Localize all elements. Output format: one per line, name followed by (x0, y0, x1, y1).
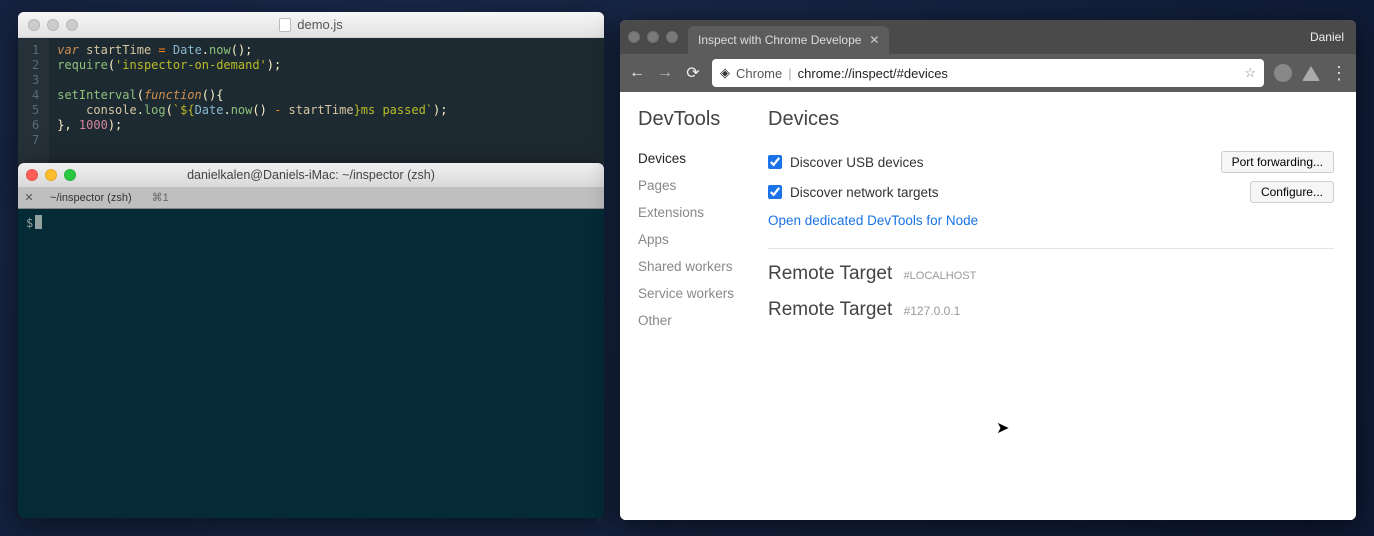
sidebar-item-service-workers[interactable]: Service workers (638, 280, 754, 307)
minimize-icon[interactable] (45, 169, 57, 181)
discover-network-checkbox[interactable] (768, 185, 782, 199)
sidebar-item-devices[interactable]: Devices (638, 145, 754, 172)
remote-target-127: Remote Target #127.0.0.1 (768, 299, 1334, 321)
terminal-title: danielkalen@Daniels-iMac: ~/inspector (z… (18, 168, 604, 182)
back-icon[interactable]: ← (628, 64, 646, 82)
extension-drive-icon[interactable] (1302, 66, 1320, 81)
terminal-titlebar[interactable]: danielkalen@Daniels-iMac: ~/inspector (z… (18, 163, 604, 187)
terminal-title-text: danielkalen@Daniels-iMac: ~/inspector (z… (187, 168, 435, 182)
editor-filename: demo.js (297, 17, 343, 32)
minimize-icon[interactable] (47, 19, 59, 31)
sidebar-item-other[interactable]: Other (638, 307, 754, 334)
sidebar-item-apps[interactable]: Apps (638, 226, 754, 253)
extension-icon[interactable] (1274, 64, 1292, 82)
chrome-toolbar: ← → ⟳ ◈ Chrome | chrome://inspect/#devic… (620, 54, 1356, 92)
line-number: 3 (32, 73, 39, 88)
zoom-icon[interactable] (64, 169, 76, 181)
remote-target-host: #localhost (904, 270, 977, 282)
omnibox-separator: | (788, 66, 791, 81)
line-number: 4 (32, 88, 39, 103)
editor-traffic-lights (28, 19, 78, 31)
bookmark-star-icon[interactable]: ☆ (1244, 65, 1256, 81)
devtools-title: DevTools (638, 108, 754, 131)
editor-window: demo.js 1 2 3 4 5 6 7 var startTime = Da… (18, 12, 604, 167)
open-node-devtools-link[interactable]: Open dedicated DevTools for Node (768, 207, 1334, 242)
profile-badge[interactable]: Daniel (1310, 20, 1344, 54)
file-icon (279, 18, 291, 32)
editor-title: demo.js (18, 17, 604, 32)
forward-icon[interactable]: → (656, 64, 674, 82)
terminal-tab[interactable]: ~/inspector (zsh) (40, 192, 142, 204)
port-forwarding-button[interactable]: Port forwarding... (1221, 151, 1334, 173)
terminal-tab-shortcut: ⌘1 (152, 191, 169, 204)
site-identity-icon: ◈ (720, 65, 730, 81)
omnibox-url: chrome://inspect/#devices (798, 66, 948, 81)
devtools-main: Devices Discover USB devices Port forwar… (754, 92, 1356, 520)
cursor-icon (35, 215, 42, 229)
code-area[interactable]: var startTime = Date.now(); require('ins… (49, 38, 604, 167)
terminal-body[interactable]: $ (18, 209, 604, 236)
line-number: 2 (32, 58, 39, 73)
browser-tab[interactable]: Inspect with Chrome Develope ✕ (688, 26, 889, 54)
devtools-sidebar: DevTools Devices Pages Extensions Apps S… (620, 92, 754, 520)
terminal-window: danielkalen@Daniels-iMac: ~/inspector (z… (18, 163, 604, 518)
line-gutter: 1 2 3 4 5 6 7 (18, 38, 49, 167)
chrome-window: Inspect with Chrome Develope ✕ Daniel ← … (620, 20, 1356, 520)
discover-network-label: Discover network targets (790, 185, 939, 200)
close-icon[interactable] (28, 19, 40, 31)
remote-target-label: Remote Target (768, 263, 892, 284)
terminal-traffic-lights (26, 169, 76, 181)
discover-network-row: Discover network targets Configure... (768, 177, 1334, 207)
zoom-icon[interactable] (66, 19, 78, 31)
configure-button[interactable]: Configure... (1250, 181, 1334, 203)
chrome-traffic-lights (628, 31, 678, 43)
terminal-tabbar: ✕ ~/inspector (zsh) ⌘1 (18, 187, 604, 209)
prompt: $ (26, 216, 33, 230)
remote-target-localhost: Remote Target #localhost (768, 263, 1334, 285)
line-number: 7 (32, 133, 39, 148)
discover-usb-row: Discover USB devices Port forwarding... (768, 147, 1334, 177)
divider (768, 248, 1334, 249)
line-number: 5 (32, 103, 39, 118)
tab-close-icon[interactable]: ✕ (869, 33, 879, 47)
line-number: 6 (32, 118, 39, 133)
devices-heading: Devices (768, 108, 1334, 131)
remote-target-host: #127.0.0.1 (904, 304, 961, 318)
tab-close-button[interactable]: ✕ (18, 191, 40, 204)
editor-body[interactable]: 1 2 3 4 5 6 7 var startTime = Date.now()… (18, 38, 604, 167)
chrome-tabstrip: Inspect with Chrome Develope ✕ Daniel (620, 20, 1356, 54)
close-icon[interactable] (26, 169, 38, 181)
sidebar-item-extensions[interactable]: Extensions (638, 199, 754, 226)
discover-usb-checkbox[interactable] (768, 155, 782, 169)
sidebar-item-shared-workers[interactable]: Shared workers (638, 253, 754, 280)
mouse-cursor-icon: ➤ (996, 418, 1009, 438)
sidebar-item-pages[interactable]: Pages (638, 172, 754, 199)
close-icon[interactable] (628, 31, 640, 43)
reload-icon[interactable]: ⟳ (684, 63, 702, 83)
remote-target-label: Remote Target (768, 299, 892, 320)
omnibox-origin: Chrome (736, 66, 782, 81)
profile-name: Daniel (1310, 30, 1344, 44)
zoom-icon[interactable] (666, 31, 678, 43)
discover-usb-label: Discover USB devices (790, 155, 924, 170)
omnibox[interactable]: ◈ Chrome | chrome://inspect/#devices ☆ (712, 59, 1264, 87)
editor-titlebar[interactable]: demo.js (18, 12, 604, 38)
tab-title: Inspect with Chrome Develope (698, 33, 861, 47)
minimize-icon[interactable] (647, 31, 659, 43)
chrome-content: DevTools Devices Pages Extensions Apps S… (620, 92, 1356, 520)
line-number: 1 (32, 43, 39, 58)
